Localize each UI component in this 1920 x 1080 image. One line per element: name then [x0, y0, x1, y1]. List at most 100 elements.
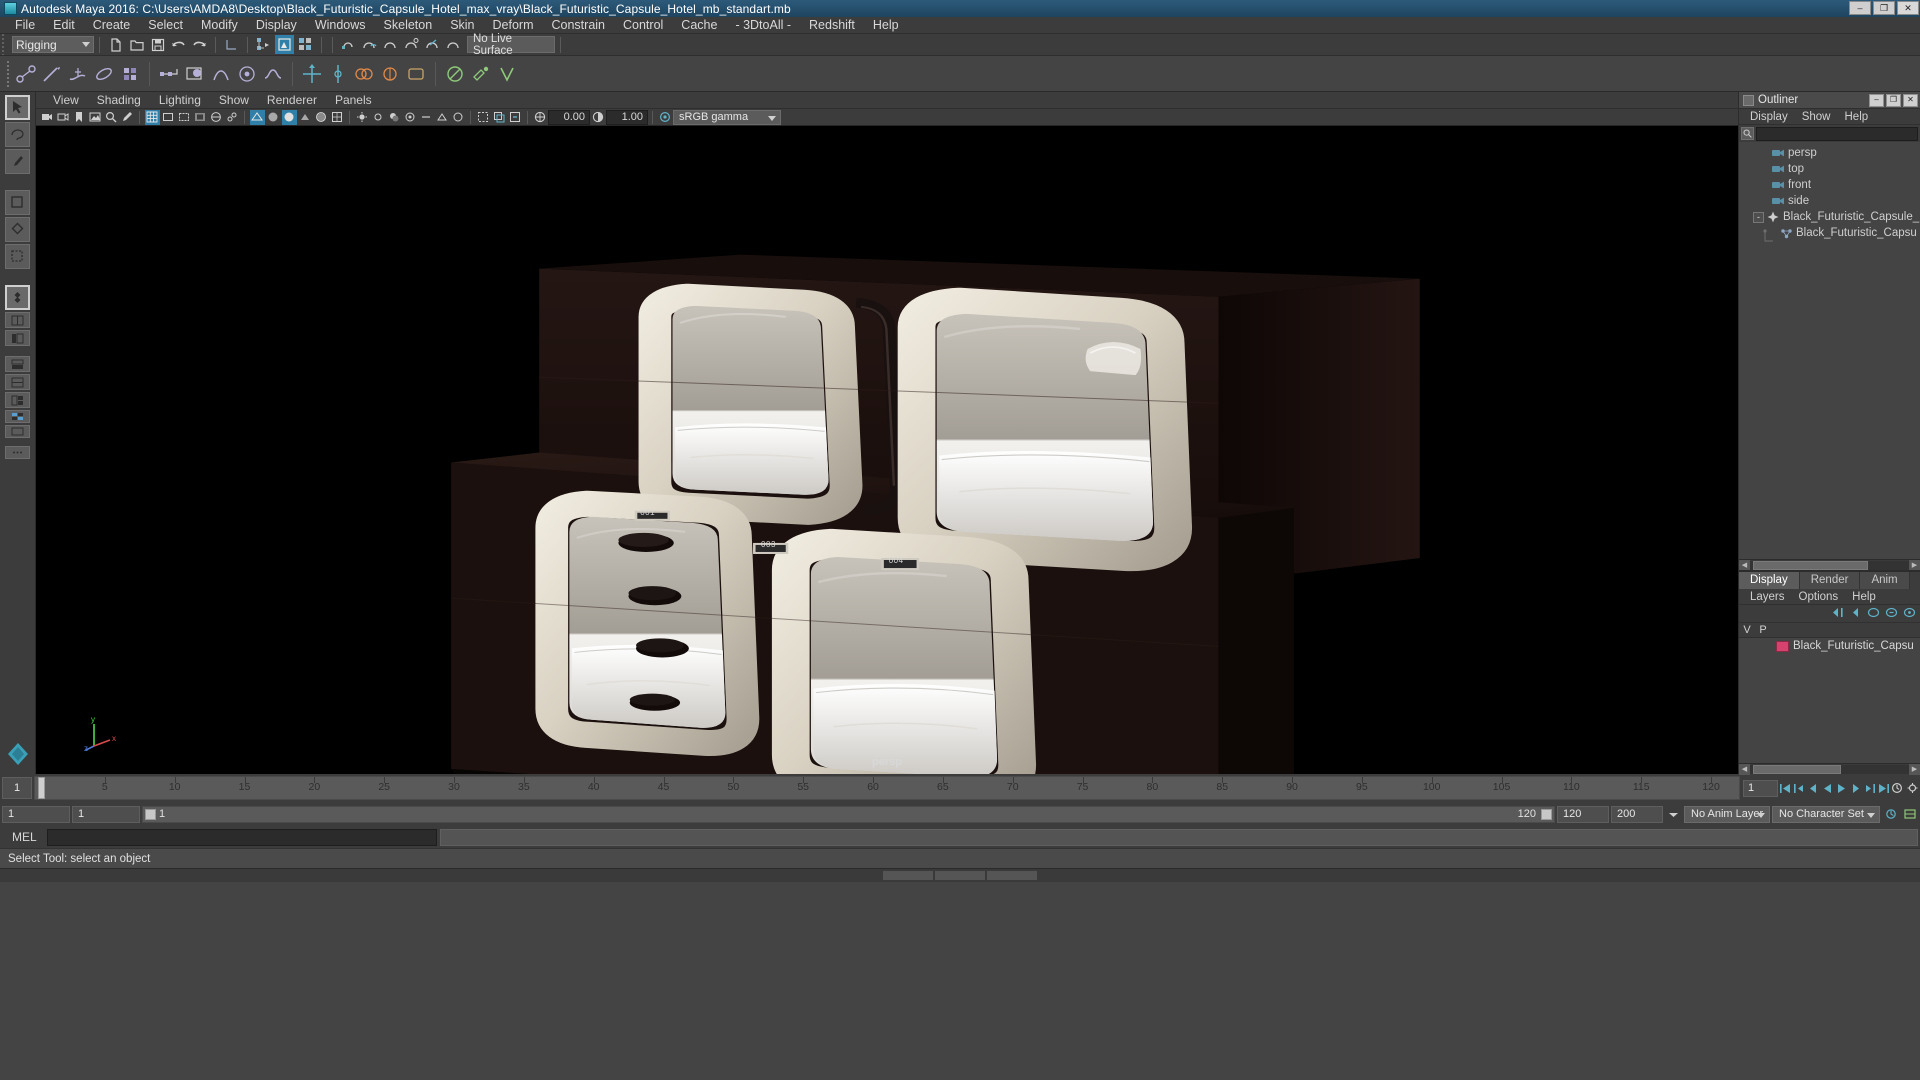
scale-tool-button[interactable] — [5, 244, 30, 269]
set-driven-key-icon[interactable] — [469, 62, 493, 86]
undo-button[interactable] — [169, 35, 188, 54]
current-frame-field[interactable]: 1 — [2, 777, 32, 799]
outliner-node-persp[interactable]: persp — [1739, 145, 1920, 161]
layer-menu-options[interactable]: Options — [1792, 589, 1846, 605]
single-perspective-layout-button[interactable] — [5, 312, 30, 328]
command-line-input[interactable] — [47, 828, 437, 846]
outliner-search-input[interactable] — [1756, 126, 1918, 141]
scroll-thumb[interactable] — [1753, 764, 1841, 774]
jiggle-deformer-icon[interactable] — [404, 62, 428, 86]
new-scene-button[interactable] — [106, 35, 125, 54]
go-to-start-icon[interactable] — [1779, 779, 1792, 797]
menu-edit[interactable]: Edit — [44, 17, 84, 34]
layer-menu-help[interactable]: Help — [1845, 589, 1883, 605]
playback-range-menu-icon[interactable] — [1665, 805, 1682, 823]
menu-set-selector[interactable]: Rigging — [12, 36, 94, 53]
rotate-tool-button[interactable] — [5, 217, 30, 242]
four-view-grid-layout-button[interactable] — [5, 410, 30, 423]
time-slider-ruler[interactable]: 5 10 15 20 25 30 35 40 45 50 55 60 65 70 75 80 85 90 95 100… — [34, 776, 1740, 800]
anim-end-field[interactable]: 200 — [1611, 805, 1663, 823]
play-backwards-icon[interactable] — [1821, 779, 1834, 797]
scroll-right-icon[interactable]: ▶ — [1909, 763, 1920, 775]
menu-skeleton[interactable]: Skeleton — [375, 17, 442, 34]
menu-file[interactable]: File — [6, 17, 44, 34]
move-tool-icon[interactable] — [300, 62, 324, 86]
menu-skin[interactable]: Skin — [441, 17, 483, 34]
mute-channel-icon[interactable] — [443, 62, 467, 86]
menu-display[interactable]: Display — [247, 17, 306, 34]
exposure-field[interactable]: 0.00 — [548, 109, 590, 125]
range-right-grip[interactable] — [1541, 808, 1552, 820]
xray-joints-icon[interactable] — [225, 110, 240, 125]
save-scene-button[interactable] — [148, 35, 167, 54]
outliner-persp-layout-button[interactable] — [5, 330, 30, 346]
bookmark-icon[interactable] — [72, 110, 87, 125]
isolate-select-remove-icon[interactable] — [508, 110, 523, 125]
taskbar-item[interactable] — [935, 871, 985, 880]
wireframe-on-shaded-icon[interactable] — [314, 110, 329, 125]
select-camera-icon[interactable] — [40, 110, 55, 125]
menu-cache[interactable]: Cache — [672, 17, 726, 34]
outliner-horizontal-scrollbar[interactable]: ◀ ▶ — [1739, 559, 1920, 571]
go-to-end-icon[interactable] — [1877, 779, 1890, 797]
layout-more-button[interactable] — [5, 446, 30, 459]
panel-menu-icon[interactable] — [1743, 94, 1754, 106]
taskbar-item[interactable] — [987, 871, 1037, 880]
layer-menu-layers[interactable]: Layers — [1743, 589, 1792, 605]
film-gate-icon[interactable] — [161, 110, 176, 125]
lasso-tool-button[interactable] — [5, 122, 30, 147]
grease-pencil-icon[interactable] — [120, 110, 135, 125]
cluster-deformer-icon[interactable] — [235, 62, 259, 86]
quick-rig-icon[interactable] — [495, 62, 519, 86]
color-management-icon[interactable] — [658, 110, 673, 125]
xray-toggle-icon[interactable] — [209, 110, 224, 125]
blend-shape-icon[interactable] — [352, 62, 376, 86]
gamma-field[interactable]: 1.00 — [606, 109, 648, 125]
menu-3dtoall[interactable]: - 3DtoAll - — [726, 17, 800, 34]
snap-to-point-icon[interactable] — [381, 35, 400, 54]
ik-spline-handle-icon[interactable] — [66, 62, 90, 86]
range-left-grip[interactable] — [145, 808, 156, 820]
snap-to-projected-center-icon[interactable] — [402, 35, 421, 54]
ik-handle-tool-icon[interactable] — [40, 62, 64, 86]
taskbar-item[interactable] — [883, 871, 933, 880]
four-view-layout-button[interactable] — [5, 285, 30, 310]
new-layer-icon[interactable] — [1867, 606, 1880, 621]
ambient-occlusion-icon[interactable] — [403, 110, 418, 125]
anim-start-field[interactable]: 120 — [1557, 805, 1609, 823]
hypershade-persp-layout-button[interactable] — [5, 374, 30, 390]
close-button[interactable]: ✕ — [1897, 1, 1919, 15]
make-live-icon[interactable] — [444, 35, 463, 54]
scroll-left-icon[interactable]: ◀ — [1739, 763, 1750, 775]
viewport-menu-shading[interactable]: Shading — [88, 92, 150, 109]
menu-deform[interactable]: Deform — [484, 17, 543, 34]
outliner-maximize-button[interactable]: ❐ — [1886, 93, 1901, 107]
menu-create[interactable]: Create — [84, 17, 140, 34]
image-plane-icon[interactable] — [88, 110, 103, 125]
search-icon[interactable] — [1741, 127, 1754, 140]
scroll-track[interactable] — [1750, 764, 1909, 774]
wireframe-shading-icon[interactable] — [249, 109, 265, 125]
select-by-component-icon[interactable] — [296, 35, 315, 54]
custom-layout-button[interactable] — [5, 425, 30, 438]
use-all-lights-icon[interactable] — [355, 110, 370, 125]
isolate-select-add-icon[interactable] — [492, 110, 507, 125]
select-by-object-type-icon[interactable] — [275, 35, 294, 54]
menu-help[interactable]: Help — [864, 17, 908, 34]
select-hierarchy-button[interactable] — [222, 35, 241, 54]
animation-preferences-icon[interactable] — [1906, 779, 1920, 797]
step-forward-frame-icon[interactable] — [1863, 779, 1876, 797]
auto-key-icon[interactable] — [1891, 779, 1905, 797]
3d-viewport[interactable]: 001 003 004 y x z persp — [36, 126, 1738, 774]
outliner-node-top[interactable]: top — [1739, 161, 1920, 177]
outliner-menu-help[interactable]: Help — [1838, 109, 1876, 125]
open-scene-button[interactable] — [127, 35, 146, 54]
outliner-node-front[interactable]: front — [1739, 177, 1920, 193]
two-d-pan-zoom-icon[interactable] — [104, 110, 119, 125]
menu-redshift[interactable]: Redshift — [800, 17, 864, 34]
animation-layer-options-icon[interactable] — [1882, 805, 1899, 823]
move-tool-button[interactable] — [5, 190, 30, 215]
outliner-tree[interactable]: persp top front side - Black_Futuristic_… — [1739, 142, 1920, 559]
character-set-selector[interactable]: No Character Set — [1772, 805, 1880, 823]
layer-horizontal-scrollbar[interactable]: ◀ ▶ — [1739, 763, 1920, 775]
